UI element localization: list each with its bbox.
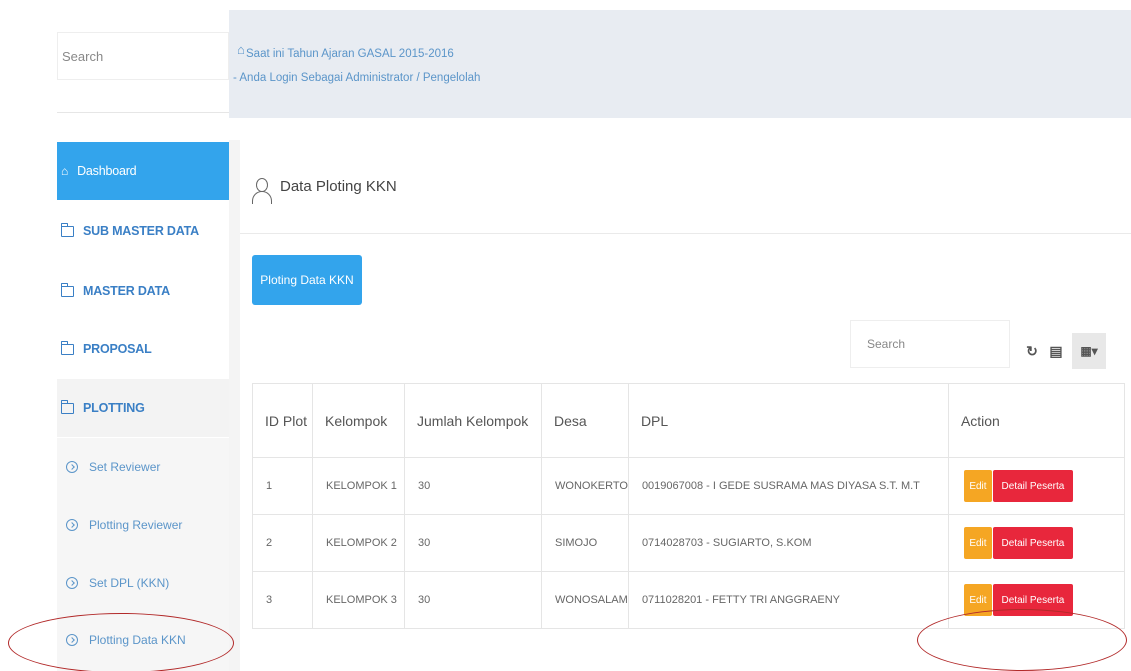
ploting-table: ID Plot Kelompok Jumlah Kelompok Desa DP… bbox=[252, 383, 1126, 629]
table-cell: KELOMPOK 2 bbox=[312, 514, 405, 572]
chevron-circle-icon bbox=[66, 519, 78, 531]
refresh-icon[interactable]: ↻ bbox=[1020, 340, 1044, 362]
list-toggle-icon[interactable]: ▤ bbox=[1044, 340, 1068, 362]
submenu-item-label: Set DPL (KKN) bbox=[89, 576, 170, 590]
data-panel: Data Ploting KKN Ploting Data KKN Search… bbox=[240, 140, 1131, 671]
table-row: 1 KELOMPOK 1 30 WONOKERTO 0019067008 - I… bbox=[252, 457, 1126, 515]
chevron-circle-icon bbox=[66, 634, 78, 646]
chevron-circle-icon bbox=[66, 577, 78, 589]
folder-icon bbox=[61, 282, 74, 297]
folder-icon bbox=[61, 340, 74, 355]
table-cell: SIMOJO bbox=[541, 514, 629, 572]
detail-peserta-button[interactable]: Detail Peserta bbox=[992, 527, 1073, 559]
column-header[interactable]: Kelompok bbox=[312, 383, 405, 458]
academic-year-text: Saat ini Tahun Ajaran GASAL 2015-2016 bbox=[246, 48, 454, 60]
submenu-item-label: Plotting Data KKN bbox=[89, 633, 186, 647]
submenu-item-label: Plotting Reviewer bbox=[89, 518, 183, 532]
detail-peserta-button[interactable]: Detail Peserta bbox=[992, 470, 1073, 502]
user-icon bbox=[252, 177, 272, 204]
sidebar-item-plotting[interactable]: PLOTTING bbox=[57, 379, 229, 437]
column-header[interactable]: DPL bbox=[627, 383, 949, 458]
sidebar-search-placeholder: Search bbox=[62, 48, 104, 64]
table-cell: WONOSALAM bbox=[541, 571, 629, 629]
home-icon[interactable]: ⌂ bbox=[237, 42, 245, 57]
action-cell: Edit Detail Peserta bbox=[947, 457, 1126, 515]
sidebar-item-label: Dashboard bbox=[77, 164, 137, 178]
column-header[interactable]: ID Plot bbox=[252, 383, 313, 458]
action-cell: Edit Detail Peserta bbox=[947, 571, 1126, 629]
login-role-text: - Anda Login Sebagai Administrator / Pen… bbox=[233, 72, 481, 84]
table-cell: 3 bbox=[252, 571, 313, 629]
action-cell: Edit Detail Peserta bbox=[947, 514, 1126, 572]
sidebar-item-dashboard[interactable]: ⌂ Dashboard bbox=[57, 142, 229, 200]
column-header: Action bbox=[947, 383, 1126, 458]
sidebar-divider bbox=[57, 112, 229, 113]
chevron-circle-icon bbox=[66, 461, 78, 473]
home-icon: ⌂ bbox=[61, 164, 69, 178]
table-row: 2 KELOMPOK 2 30 SIMOJO 0714028703 - SUGI… bbox=[252, 514, 1126, 572]
table-cell: 30 bbox=[404, 514, 542, 572]
edit-button[interactable]: Edit bbox=[963, 470, 992, 502]
columns-icon[interactable]: ▦▾ bbox=[1072, 333, 1106, 369]
table-row: 3 KELOMPOK 3 30 WONOSALAM 0711028201 - F… bbox=[252, 571, 1126, 629]
submenu-item-label: Set Reviewer bbox=[89, 460, 161, 474]
table-cell: 0714028703 - SUGIARTO, S.KOM bbox=[627, 514, 949, 572]
folder-icon bbox=[61, 399, 74, 414]
sidebar-item-label: PROPOSAL bbox=[83, 342, 152, 356]
content-area: Data Ploting KKN Ploting Data KKN Search… bbox=[229, 140, 1131, 671]
folder-icon bbox=[61, 222, 74, 237]
column-header[interactable]: Desa bbox=[541, 383, 629, 458]
info-bar: ⌂ Saat ini Tahun Ajaran GASAL 2015-2016 … bbox=[229, 10, 1131, 118]
sidebar-item-label: MASTER DATA bbox=[83, 284, 170, 298]
submenu-item-plotting-data-kkn[interactable]: Plotting Data KKN bbox=[57, 611, 229, 669]
table-cell: 30 bbox=[404, 571, 542, 629]
sidebar-item-label: SUB MASTER DATA bbox=[83, 224, 199, 238]
sidebar-item-master-data[interactable]: MASTER DATA bbox=[57, 262, 229, 320]
column-header[interactable]: Jumlah Kelompok bbox=[404, 383, 542, 458]
table-cell: 2 bbox=[252, 514, 313, 572]
sidebar: Search ⌂ Dashboard SUB MASTER DATA MASTE… bbox=[0, 0, 229, 671]
table-cell: WONOKERTO bbox=[541, 457, 629, 515]
table-search-placeholder: Search bbox=[867, 337, 906, 351]
submenu-item-plotting-reviewer[interactable]: Plotting Reviewer bbox=[57, 496, 229, 554]
table-search-input[interactable]: Search bbox=[850, 320, 1010, 368]
edit-button[interactable]: Edit bbox=[963, 527, 992, 559]
table-cell: 0019067008 - I GEDE SUSRAMA MAS DIYASA S… bbox=[627, 457, 949, 515]
table-toolbar: ↻ ▤ ▦▾ bbox=[1020, 333, 1106, 369]
table-cell: KELOMPOK 1 bbox=[312, 457, 405, 515]
table-cell: 0711028201 - FETTY TRI ANGGRAENY bbox=[627, 571, 949, 629]
table-cell: 1 bbox=[252, 457, 313, 515]
detail-peserta-button[interactable]: Detail Peserta bbox=[992, 584, 1073, 616]
sidebar-item-proposal[interactable]: PROPOSAL bbox=[57, 320, 229, 378]
sidebar-search-input[interactable]: Search bbox=[57, 32, 229, 80]
panel-header: Data Ploting KKN bbox=[240, 140, 1131, 234]
table-cell: 30 bbox=[404, 457, 542, 515]
sidebar-item-label: PLOTTING bbox=[83, 401, 145, 415]
page-title: Data Ploting KKN bbox=[280, 178, 397, 195]
edit-button[interactable]: Edit bbox=[963, 584, 992, 616]
table-header-row: ID Plot Kelompok Jumlah Kelompok Desa DP… bbox=[252, 383, 1126, 458]
submenu-item-set-reviewer[interactable]: Set Reviewer bbox=[57, 438, 229, 496]
ploting-data-kkn-button[interactable]: Ploting Data KKN bbox=[252, 255, 362, 305]
table-cell: KELOMPOK 3 bbox=[312, 571, 405, 629]
sidebar-item-sub-master-data[interactable]: SUB MASTER DATA bbox=[57, 202, 229, 260]
submenu-item-set-dpl[interactable]: Set DPL (KKN) bbox=[57, 554, 229, 612]
